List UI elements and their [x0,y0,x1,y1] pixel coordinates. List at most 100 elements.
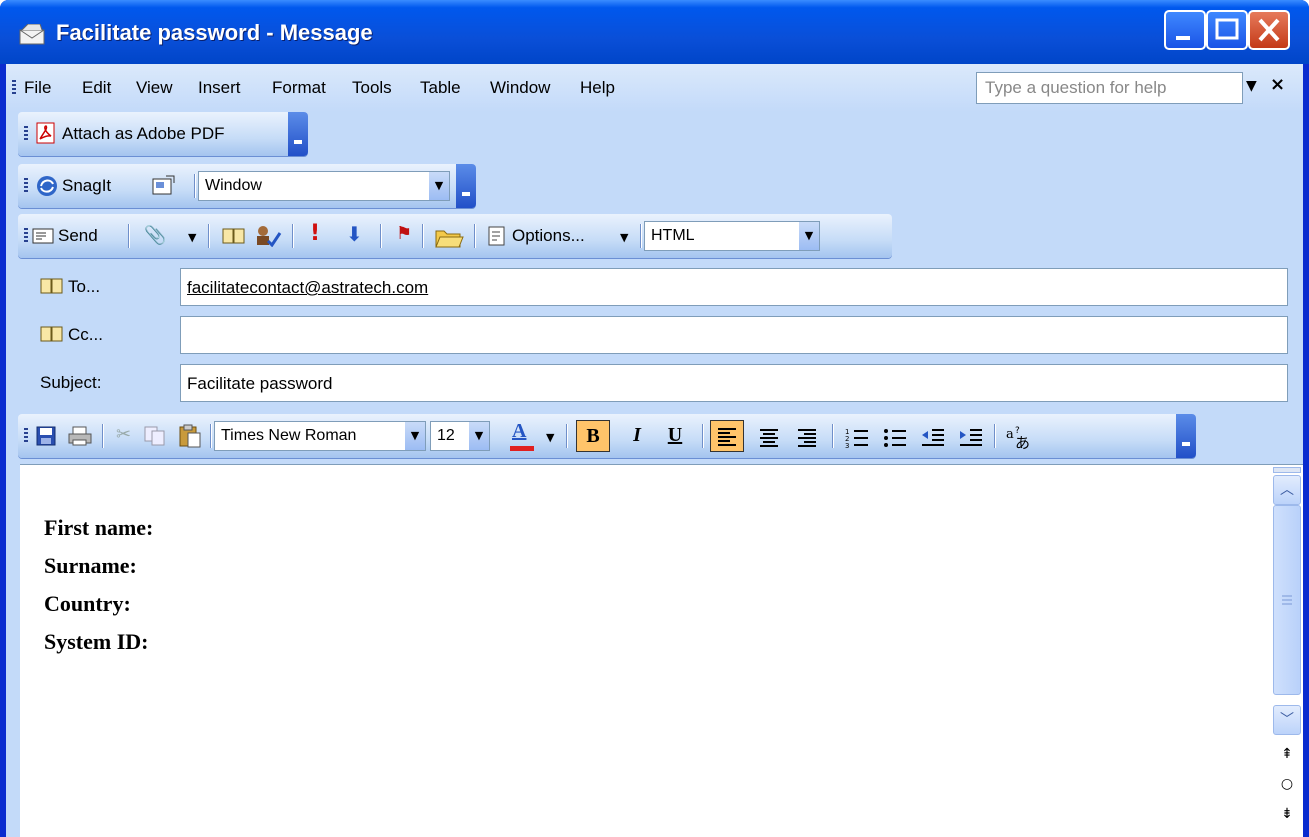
align-left-button[interactable] [710,420,744,452]
minimize-icon [1176,36,1190,40]
paste-icon[interactable] [178,424,202,448]
font-size-select[interactable]: 12 ▼ [430,421,490,451]
numbering-icon[interactable]: 123 [842,422,872,452]
attach-as-pdf-button[interactable]: Attach as Adobe PDF [62,124,225,144]
vertical-scrollbar[interactable]: ︿ ﹀ ⇞ ○ ⇟ [1271,465,1303,837]
copy-icon[interactable] [144,426,166,446]
menu-edit[interactable]: Edit [82,78,111,98]
to-field[interactable]: facilitatecontact@astratech.com [180,268,1288,306]
separator [422,224,423,248]
options-icon [488,226,505,246]
paperclip-icon[interactable]: 📎 [144,226,166,246]
underline-button[interactable]: U [660,420,690,452]
close-document-icon[interactable]: × [1270,74,1285,95]
menu-format[interactable]: Format [272,78,326,98]
font-name-select[interactable]: Times New Roman ▼ [214,421,426,451]
title-bar[interactable]: Facilitate password - Message [0,0,1309,64]
menu-tools[interactable]: Tools [352,78,392,98]
decrease-indent-icon[interactable] [918,422,948,452]
scroll-thumb[interactable] [1273,505,1301,695]
options-dropdown-icon[interactable]: ▼ [620,228,628,248]
italic-label: I [633,424,641,446]
chevron-down-icon[interactable]: ▼ [405,422,425,450]
address-book-icon[interactable] [40,325,64,343]
split-handle[interactable] [1273,467,1301,473]
phonetic-guide-icon[interactable]: a あ? [1004,422,1036,452]
importance-high-icon[interactable]: ! [310,223,320,245]
message-body-text[interactable]: First name: Surname: Country: System ID: [44,509,153,661]
toolbar-options-button[interactable] [456,164,476,208]
menu-bar: File Edit View Insert Format Tools Table… [6,64,1303,112]
snagit-toolbar: SnagIt Window ▼ [18,164,476,208]
message-format-select[interactable]: HTML ▼ [644,221,820,251]
next-page-icon[interactable]: ⇟ [1275,801,1299,827]
menu-view[interactable]: View [136,78,173,98]
increase-indent-icon[interactable] [956,422,986,452]
flag-icon[interactable]: ⚑ [396,224,412,244]
chevron-down-icon[interactable]: ▼ [469,422,489,450]
select-browse-object-icon[interactable]: ○ [1275,771,1299,797]
align-right-icon[interactable] [792,422,822,452]
separator [380,224,381,248]
toolbar-grip[interactable] [24,126,28,142]
separator [208,224,209,248]
scroll-down-button[interactable]: ﹀ [1273,705,1301,735]
help-dropdown-arrow-icon[interactable]: ▼ [1246,78,1257,94]
separator [292,224,293,248]
attach-dropdown-icon[interactable]: ▼ [188,228,196,248]
menu-file[interactable]: File [24,78,51,98]
window-title: Facilitate password - Message [56,20,373,45]
bullets-icon[interactable] [880,422,910,452]
snagit-mode-select[interactable]: Window ▼ [198,171,450,201]
message-format-value: HTML [651,227,695,244]
to-button[interactable]: To... [68,277,100,297]
italic-button[interactable]: I [622,420,652,452]
minimize-button[interactable] [1164,10,1206,50]
address-book-icon[interactable] [222,227,246,245]
menu-window[interactable]: Window [490,78,550,98]
send-button[interactable]: Send [58,226,98,246]
address-book-icon[interactable] [40,277,64,295]
message-body[interactable]: First name: Surname: Country: System ID:… [20,464,1303,837]
menu-table[interactable]: Table [420,78,461,98]
cc-field[interactable] [180,316,1288,354]
menu-help[interactable]: Help [580,78,615,98]
menubar-grip[interactable] [12,80,16,96]
toolbar-grip[interactable] [24,428,28,444]
toolbar-options-button[interactable] [1176,414,1196,458]
chevron-down-icon[interactable]: ▼ [429,172,449,200]
snagit-capture-icon[interactable] [152,174,176,196]
options-button[interactable]: Options... [512,226,585,246]
close-button[interactable] [1248,10,1290,50]
cut-icon[interactable]: ✂ [116,425,131,445]
print-icon[interactable] [68,426,92,446]
cc-button[interactable]: Cc... [68,325,103,345]
subject-field[interactable]: Facilitate password [180,364,1288,402]
envelope-icon [19,24,45,45]
importance-low-icon[interactable]: ⬇ [346,224,363,244]
save-icon[interactable] [36,426,56,446]
font-color-swatch [510,446,534,451]
scroll-up-button[interactable]: ︿ [1273,475,1301,505]
bold-button[interactable]: B [576,420,610,452]
menu-insert[interactable]: Insert [198,78,241,98]
font-color-dropdown-icon[interactable]: ▼ [546,428,554,448]
chevron-down-icon[interactable]: ▼ [799,222,819,250]
separator [102,424,103,448]
maximize-button[interactable] [1206,10,1248,50]
separator [994,424,995,448]
font-color-button[interactable]: A [508,420,538,452]
toolbar-grip[interactable] [24,228,28,244]
toolbar-grip[interactable] [24,178,28,194]
grip-icon [1282,595,1292,605]
align-center-icon[interactable] [754,422,784,452]
maximize-icon [1215,18,1239,40]
chevron-down-icon: ﹀ [1280,712,1294,728]
help-search-input[interactable]: Type a question for help [976,72,1243,104]
snagit-button[interactable]: SnagIt [62,176,111,196]
toolbar-options-button[interactable] [288,112,308,156]
to-recipient[interactable]: facilitatecontact@astratech.com [187,278,428,298]
check-names-icon[interactable] [254,225,282,247]
previous-page-icon[interactable]: ⇞ [1275,741,1299,767]
open-folder-icon[interactable] [434,223,464,249]
